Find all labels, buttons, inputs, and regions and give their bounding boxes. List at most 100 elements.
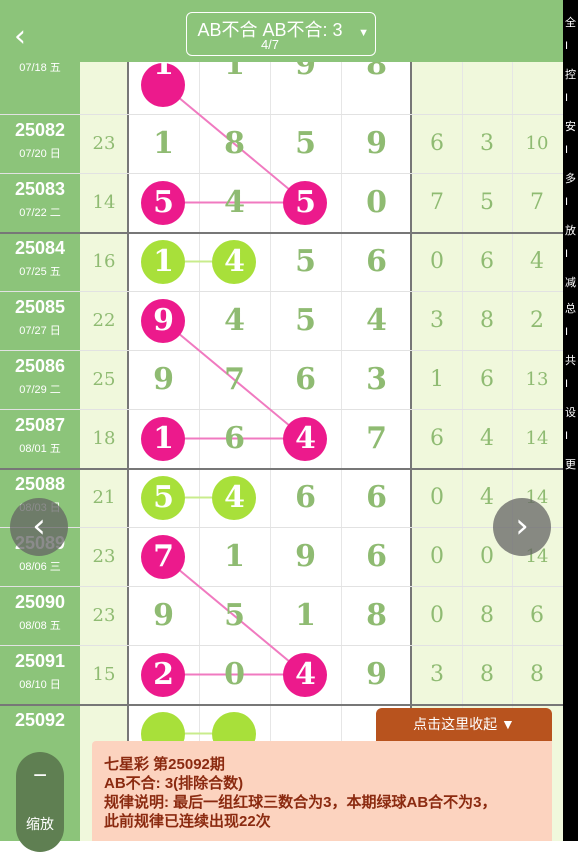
status-glyph: I [565, 40, 569, 52]
draw-number: 1 [224, 539, 245, 574]
selector-page: 4/7 [260, 37, 280, 52]
issue-number: 25082 [14, 120, 66, 140]
draw-number: 9 [366, 126, 387, 161]
draw-number: 9 [153, 303, 174, 338]
draw-number: 7 [153, 539, 174, 574]
draw-number: 6 [366, 244, 387, 279]
draw-number: 6 [224, 421, 245, 456]
table-row[interactable]: 2508808/03 日2154660414 [0, 468, 563, 527]
draw-number: 5 [224, 598, 245, 633]
side-status-strip: 全I控I安I多I放I减总I共I设I更 [563, 0, 578, 841]
extra-number: 8 [530, 662, 544, 687]
table-row[interactable]: 25090 08/08 五 23 9 5 1 8 0 8 6 [0, 586, 563, 645]
extra-number: 3 [430, 308, 444, 333]
draw-number: 7 [224, 362, 245, 397]
sum-value: 16 [92, 251, 116, 272]
draw-date: 08/06 三 [19, 561, 61, 573]
extra-number: 3 [430, 662, 444, 687]
info-title: 七星彩 第25092期 [104, 756, 225, 773]
extra-number: 1 [430, 367, 444, 392]
extra-number: 6 [530, 603, 544, 628]
sum-value: 14 [92, 192, 116, 213]
issue-number: 25085 [14, 297, 66, 317]
draw-number: 6 [295, 362, 316, 397]
table-row[interactable]: 25085 07/27 日 22 9 4 5 4 3 8 2 [0, 291, 563, 350]
table-row[interactable]: 25083 07/22 二 14 5 4 5 0 7 5 7 [0, 173, 563, 232]
draw-number: 4 [295, 421, 316, 456]
extra-number: 0 [430, 249, 444, 274]
chevron-left-icon: ‹ [14, 19, 26, 54]
back-button[interactable]: ‹ [14, 22, 40, 52]
status-glyph: 总 [565, 303, 576, 315]
table-row[interactable]: 25086 07/29 二 25 9 7 6 3 1 6 13 [0, 350, 563, 409]
draw-date: 07/25 五 [19, 266, 61, 278]
status-glyph: I [565, 430, 569, 442]
extra-number: 5 [480, 190, 494, 215]
draw-number: 5 [295, 185, 316, 220]
extra-number: 0 [430, 544, 444, 569]
status-glyph: I [565, 248, 569, 260]
table-row[interactable]: 25082 07/20 日 23 1 8 5 9 6 3 10 [0, 114, 563, 173]
draw-number: 4 [295, 657, 316, 692]
caret-down-icon: ▼ [358, 27, 369, 39]
draw-number: 5 [295, 303, 316, 338]
table-row[interactable]: 25091 08/10 日 15 2 0 4 9 3 8 8 [0, 645, 563, 704]
issue-number: 25087 [14, 415, 66, 435]
extra-number: 4 [530, 249, 544, 274]
issue-number: 25086 [14, 356, 66, 376]
extra-number: 4 [480, 426, 494, 451]
issue-number: 25091 [14, 651, 66, 671]
draw-date: 07/22 二 [19, 207, 61, 219]
draw-number: 6 [295, 480, 316, 515]
table-row[interactable]: 2508908/06 三2371960014 [0, 527, 563, 586]
draw-number: 4 [224, 480, 245, 515]
zoom-label: 缩放 [26, 816, 54, 832]
status-glyph: 设 [565, 407, 576, 419]
extra-number: 0 [430, 603, 444, 628]
draw-number: 9 [366, 657, 387, 692]
table-row[interactable]: 25087 08/01 五 18 1 6 4 7 6 4 14 [0, 409, 563, 468]
sum-value: 25 [92, 369, 116, 390]
draw-date: 07/18 五 [19, 62, 61, 74]
draw-date: 07/29 二 [19, 384, 61, 396]
info-description: 规律说明: 最后一组红球三数合为3，本期绿球AB合不为3， [104, 794, 497, 811]
collapse-button[interactable]: 点击这里收起 ▼ [376, 708, 552, 742]
table-row[interactable]: 25084 07/25 五 16 1 4 5 6 0 6 4 [0, 232, 563, 291]
extra-number: 8 [480, 603, 494, 628]
extra-number: 13 [525, 369, 549, 390]
draw-number: 0 [224, 657, 245, 692]
issue-number: 25084 [14, 238, 66, 258]
chevron-left-icon: ‹ [32, 506, 46, 546]
status-glyph: 放 [565, 225, 576, 237]
extra-number: 6 [430, 426, 444, 451]
rule-selector-dropdown[interactable]: AB不合 AB不合: 3 4/7 ▼ [186, 12, 376, 56]
extra-number: 8 [480, 308, 494, 333]
draw-number: 9 [153, 362, 174, 397]
extra-number: 0 [430, 485, 444, 510]
draw-number: 8 [224, 126, 245, 161]
issue-number: 25090 [14, 592, 66, 612]
next-page-button[interactable]: › [493, 498, 551, 556]
extra-number: 6 [480, 367, 494, 392]
status-glyph: I [565, 196, 569, 208]
extra-number: 7 [430, 190, 444, 215]
draw-number: 1 [295, 598, 316, 633]
status-glyph: I [565, 144, 569, 156]
extra-number: 3 [480, 131, 494, 156]
info-streak: 此前规律已连续出现22次 [104, 813, 271, 830]
draw-number: 4 [224, 303, 245, 338]
draw-number: 8 [366, 62, 387, 82]
draw-number: 1 [224, 62, 245, 82]
status-glyph: 共 [565, 355, 576, 367]
draw-number: 5 [295, 244, 316, 279]
draw-number: 9 [295, 539, 316, 574]
draw-number: 5 [153, 480, 174, 515]
info-rule: AB不合: 3(排除合数) [104, 775, 244, 792]
status-glyph: I [565, 92, 569, 104]
draw-number: 8 [366, 598, 387, 633]
prev-page-button[interactable]: ‹ [10, 498, 68, 556]
draw-date: 08/08 五 [19, 620, 61, 632]
zoom-button[interactable]: − 缩放 [16, 752, 64, 852]
draw-number: 1 [153, 244, 174, 279]
extra-number: 6 [430, 131, 444, 156]
